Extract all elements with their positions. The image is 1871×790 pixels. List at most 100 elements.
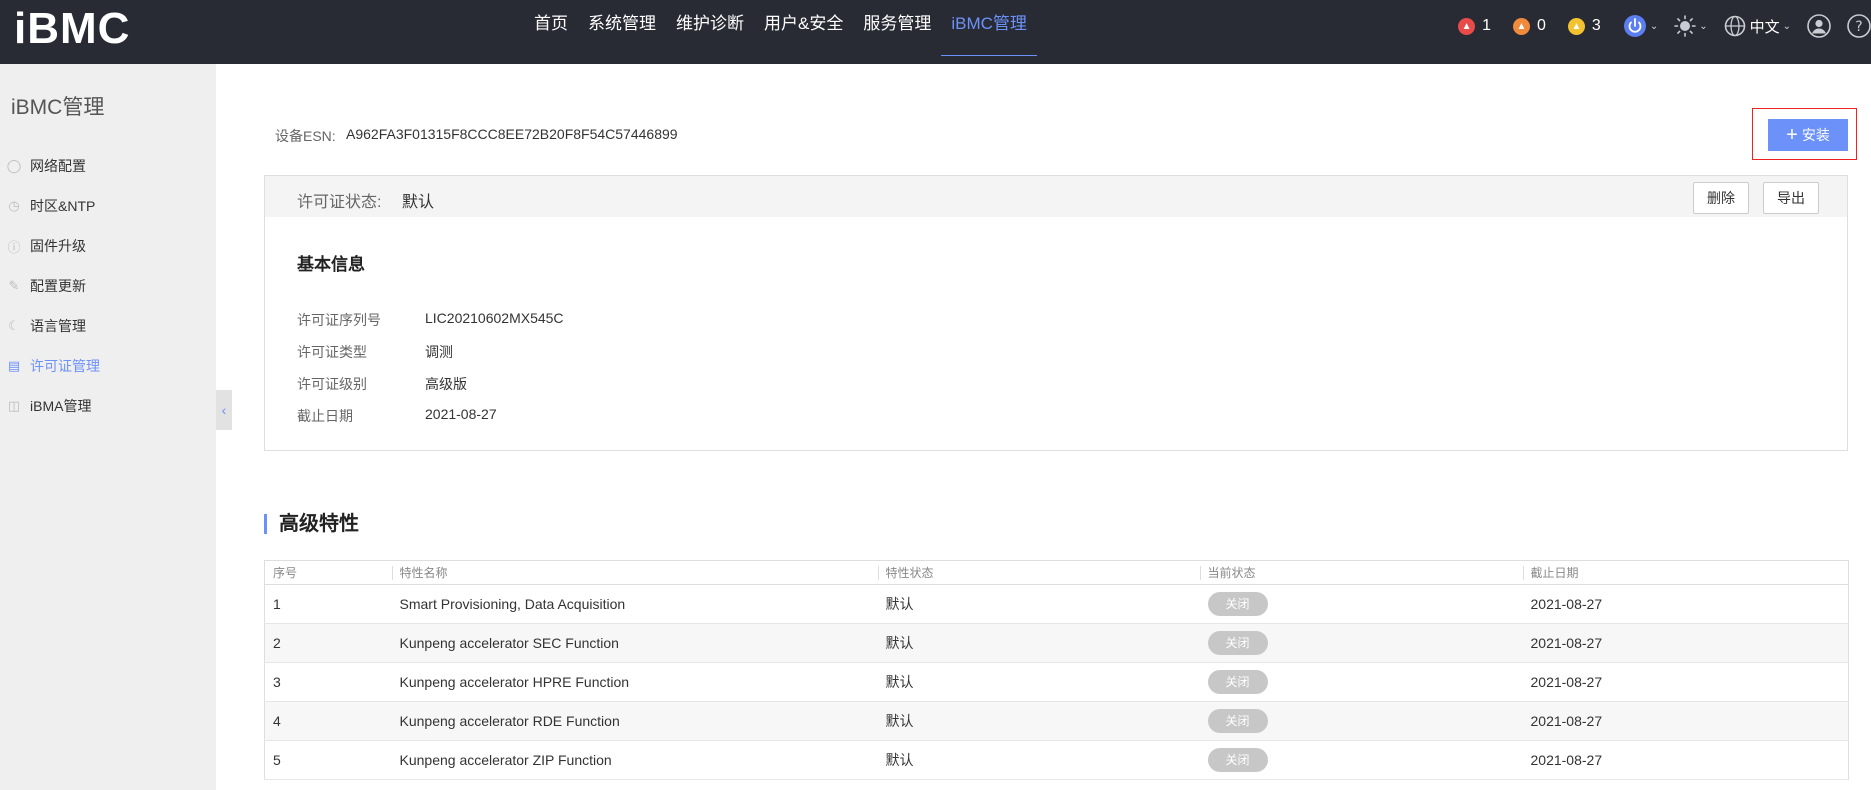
plus-icon: + (1786, 124, 1798, 146)
language-menu[interactable]: 中文 ⌄ (1724, 15, 1791, 37)
cell-expiry: 2021-08-27 (1522, 623, 1849, 663)
power-menu[interactable]: ⌄ (1623, 14, 1658, 38)
cell-no: 2 (264, 623, 392, 663)
col-header-name: 特性名称 (391, 560, 878, 585)
user-menu[interactable] (1807, 14, 1831, 38)
nav-user-security[interactable]: 用户&安全 (754, 0, 853, 56)
major-alarm-icon: ▲ (1513, 17, 1530, 35)
nav-maintenance[interactable]: 维护诊断 (666, 0, 754, 56)
sidebar-item-label: 配置更新 (30, 278, 86, 294)
user-icon (1807, 14, 1831, 38)
nav-ibmc-management[interactable]: iBMC管理 (941, 0, 1037, 56)
state-badge: 关闭 (1207, 748, 1268, 772)
help-icon: ? (1847, 14, 1871, 38)
nav-system[interactable]: 系统管理 (578, 0, 666, 56)
alarm-critical[interactable]: ▲ 1 (1458, 17, 1491, 35)
license-status-label: 许可证状态: (297, 194, 382, 211)
col-header-current: 当前状态 (1199, 560, 1523, 585)
table-row: 3 Kunpeng accelerator HPRE Function 默认 关… (264, 662, 1849, 702)
critical-alarm-icon: ▲ (1458, 17, 1476, 35)
cell-no: 1 (264, 584, 392, 624)
cell-expiry: 2021-08-27 (1522, 662, 1849, 702)
col-header-status: 特性状态 (877, 560, 1200, 585)
sidebar-item-language[interactable]: ☾ 语言管理 (0, 311, 216, 341)
help-button[interactable]: ? (1847, 14, 1871, 38)
brightness-menu[interactable]: ⌄ (1674, 15, 1708, 37)
sidebar-item-label: 网络配置 (30, 158, 86, 174)
state-badge: 关闭 (1207, 631, 1268, 655)
alarm-major[interactable]: ▲ 0 (1513, 17, 1546, 35)
cell-no: 3 (264, 662, 392, 702)
col-header-no: 序号 (264, 560, 392, 585)
info-value: 高级版 (425, 376, 467, 392)
chevron-down-icon: ⌄ (1699, 20, 1708, 32)
cell-status: 默认 (877, 701, 1200, 741)
esn-value: A962FA3F01315F8CCC8EE72B20F8F54C57446899 (346, 126, 678, 142)
install-button[interactable]: + 安装 (1768, 119, 1848, 151)
cell-no: 5 (264, 740, 392, 780)
sidebar-item-label: iBMA管理 (30, 398, 92, 414)
globe-icon (1724, 15, 1745, 37)
license-icon: ▤ (7, 358, 21, 373)
advanced-features-title: 高级特性 (264, 514, 359, 534)
cell-name: Smart Provisioning, Data Acquisition (391, 584, 878, 624)
cell-name: Kunpeng accelerator SEC Function (391, 623, 878, 663)
cell-no: 4 (264, 701, 392, 741)
sidebar-item-ibma[interactable]: ◫ iBMA管理 (0, 391, 216, 421)
sidebar-item-label: 时区&NTP (30, 198, 96, 214)
table-row: 1 Smart Provisioning, Data Acquisition 默… (264, 584, 1849, 624)
sidebar-item-firmware-upgrade[interactable]: ⓘ 固件升级 (0, 231, 216, 261)
basic-info-title: 基本信息 (297, 255, 365, 274)
info-label: 许可证序列号 (297, 312, 381, 328)
delete-button[interactable]: 删除 (1693, 182, 1749, 214)
clock-icon: ◷ (8, 198, 20, 213)
major-count: 0 (1537, 17, 1546, 34)
sidebar-item-label: 许可证管理 (30, 358, 100, 374)
sidebar-item-timezone-ntp[interactable]: ◷ 时区&NTP (0, 191, 216, 221)
ibma-icon: ◫ (7, 398, 21, 413)
license-card: 许可证状态: 默认 删除 导出 基本信息 许可证序列号 LIC20210602M… (264, 175, 1848, 451)
info-label: 许可证类型 (297, 344, 367, 360)
esn-label: 设备ESN: (275, 128, 336, 144)
cell-expiry: 2021-08-27 (1522, 584, 1849, 624)
sidebar-item-label: 固件升级 (30, 238, 86, 254)
upgrade-icon: ⓘ (7, 239, 21, 255)
language-label: 中文 (1749, 18, 1780, 36)
sidebar-item-config-update[interactable]: ✎ 配置更新 (0, 271, 216, 301)
sidebar-item-label: 语言管理 (30, 318, 86, 334)
cell-name: Kunpeng accelerator ZIP Function (391, 740, 878, 780)
table-row: 5 Kunpeng accelerator ZIP Function 默认 关闭… (264, 740, 1849, 780)
sidebar-collapse-button[interactable]: ‹ (216, 390, 232, 430)
sidebar-item-license[interactable]: ▤ 许可证管理 (0, 351, 216, 381)
minor-count: 3 (1591, 17, 1601, 34)
table-header-row: 序号 特性名称 特性状态 当前状态 截止日期 (264, 560, 1849, 585)
cell-current: 关闭 (1199, 740, 1523, 780)
ibmc-logo: iBMC (14, 4, 131, 53)
main-nav: 首页 系统管理 维护诊断 用户&安全 服务管理 iBMC管理 (524, 0, 1037, 64)
language-icon: ☾ (8, 318, 20, 333)
table-row: 2 Kunpeng accelerator SEC Function 默认 关闭… (264, 623, 1849, 663)
state-badge: 关闭 (1207, 709, 1268, 733)
top-right-tools: ▲ 1 ▲ 0 ▲ 3 ⌄ ⌄ 中文 ⌄ ? (1458, 12, 1871, 40)
minor-alarm-icon: ▲ (1567, 17, 1585, 35)
export-button[interactable]: 导出 (1763, 182, 1819, 214)
features-table: 序号 特性名称 特性状态 当前状态 截止日期 1 Smart Provision… (264, 560, 1849, 780)
nav-services[interactable]: 服务管理 (853, 0, 941, 56)
sidebar-title: iBMC管理 (11, 96, 105, 119)
info-value: 调测 (425, 344, 453, 360)
table-row: 4 Kunpeng accelerator RDE Function 默认 关闭… (264, 701, 1849, 741)
network-icon: ◯ (6, 158, 22, 173)
cell-current: 关闭 (1199, 584, 1523, 624)
cell-status: 默认 (877, 584, 1200, 624)
info-value: 2021-08-27 (425, 406, 497, 422)
info-label: 截止日期 (297, 408, 353, 424)
config-icon: ✎ (8, 278, 20, 293)
license-status-value: 默认 (402, 194, 435, 211)
nav-home[interactable]: 首页 (524, 0, 578, 56)
alarm-minor[interactable]: ▲ 3 (1567, 17, 1601, 35)
sidebar-item-network[interactable]: ◯ 网络配置 (0, 151, 216, 181)
chevron-down-icon: ⌄ (1649, 20, 1659, 32)
cell-expiry: 2021-08-27 (1522, 701, 1849, 741)
cell-current: 关闭 (1199, 701, 1523, 741)
brightness-icon (1674, 15, 1697, 37)
